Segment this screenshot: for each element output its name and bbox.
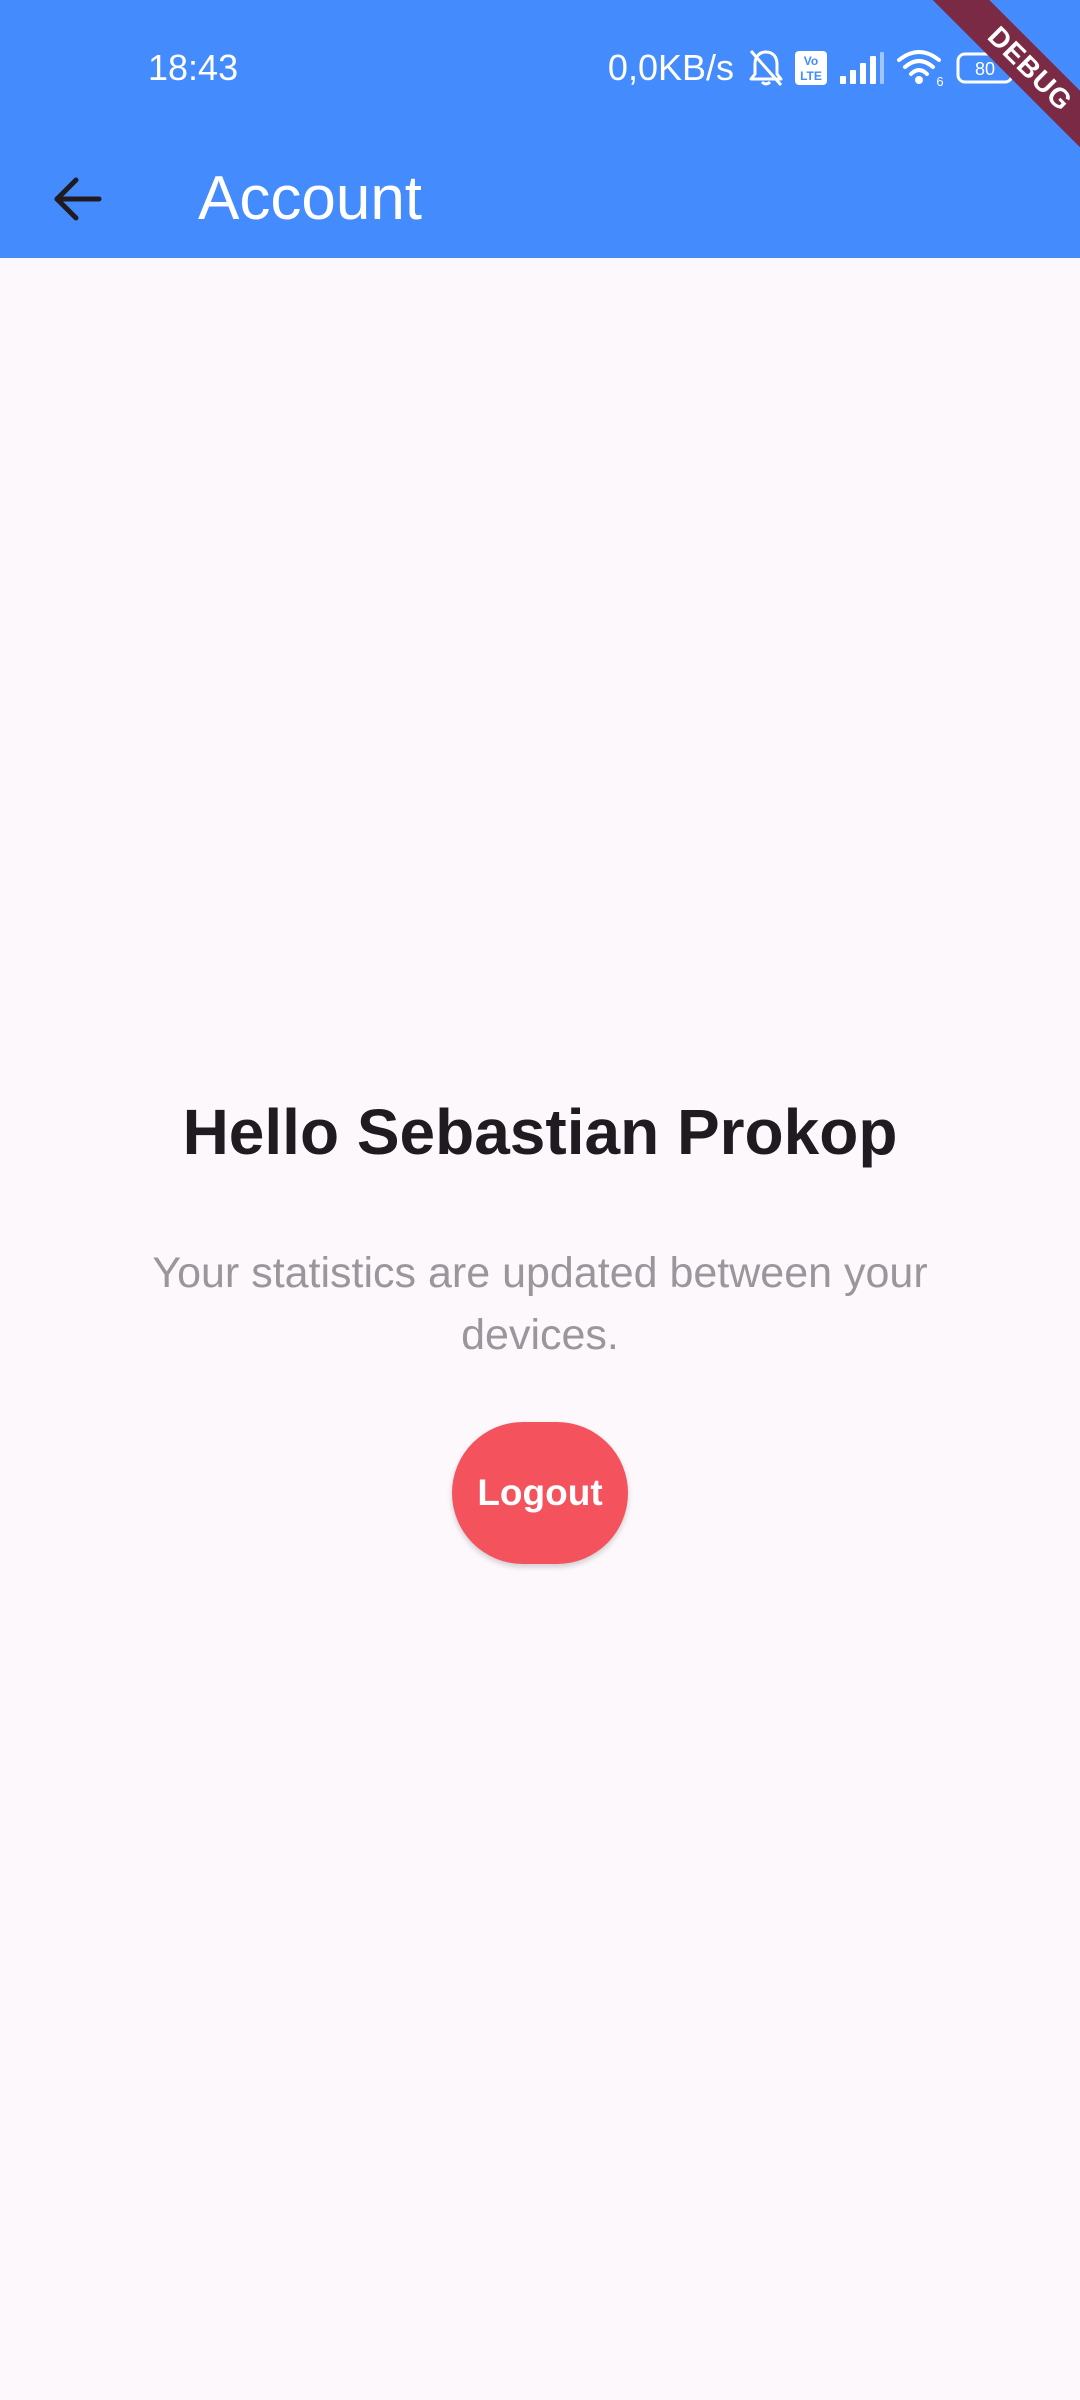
sync-description: Your statistics are updated between your… bbox=[152, 1249, 928, 1359]
volte-bottom-text: LTE bbox=[800, 69, 822, 83]
bell-off-icon bbox=[749, 50, 783, 86]
page-title: Account bbox=[198, 164, 423, 233]
status-icons: 0,0KB/s Vo LTE 6 80 bbox=[608, 44, 1020, 92]
volte-icon: Vo LTE bbox=[795, 51, 827, 85]
volte-top-text: Vo bbox=[804, 54, 818, 68]
status-time: 18:43 bbox=[148, 47, 239, 88]
logout-button[interactable]: Logout bbox=[452, 1422, 628, 1564]
signal-icon bbox=[840, 52, 884, 84]
arrow-left-icon bbox=[54, 177, 102, 221]
network-speed: 0,0KB/s bbox=[607, 47, 734, 88]
back-button[interactable] bbox=[36, 157, 120, 241]
wifi-sub-text: 6 bbox=[936, 74, 943, 88]
toolbar: Account bbox=[0, 140, 1080, 258]
status-bar: 18:43 0,0KB/s Vo LTE 6 80 bbox=[0, 0, 1080, 140]
account-content: Hello Sebastian Prokop Your statistics a… bbox=[0, 258, 1080, 2400]
greeting-heading: Hello Sebastian Prokop bbox=[182, 1096, 898, 1168]
battery-icon: 80 bbox=[956, 52, 1018, 84]
app-bar: 18:43 0,0KB/s Vo LTE 6 80 Account bbox=[0, 0, 1080, 258]
battery-level: 80 bbox=[975, 59, 995, 79]
wifi-icon: 6 bbox=[897, 50, 944, 88]
